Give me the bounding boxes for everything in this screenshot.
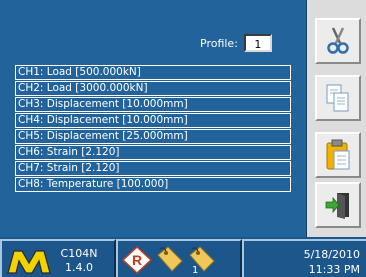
channel-panel: Profile: 1 CH1: Load [500.000kN] CH2: Lo… [0, 0, 307, 237]
svg-text:R: R [132, 252, 142, 268]
channel-item-1[interactable]: CH1: Load [500.000kN] [15, 65, 291, 80]
time-text: 11:33 PM [308, 263, 360, 276]
model-cell: C104N 1.4.0 [0, 239, 116, 277]
exit-button[interactable] [315, 182, 361, 228]
copy-button[interactable] [315, 75, 361, 121]
channel-item-2[interactable]: CH2: Load [3000.000kN] [15, 81, 291, 96]
copy-icon [324, 83, 352, 113]
company-logo [6, 247, 52, 277]
model-name: C104N [60, 247, 98, 260]
record-icon[interactable]: R [121, 245, 153, 277]
app-screen: Profile: 1 CH1: Load [500.000kN] CH2: Lo… [0, 0, 366, 277]
profile-input[interactable]: 1 [243, 34, 272, 52]
tag-count: 1 [192, 265, 199, 276]
channel-item-5[interactable]: CH5: Displacement [25.000mm] [15, 129, 291, 144]
tag-icon[interactable] [154, 245, 184, 277]
channel-item-4[interactable]: CH4: Displacement [10.000mm] [15, 113, 291, 128]
paste-icon [324, 139, 352, 171]
status-icons-cell: R 1 [116, 239, 242, 277]
firmware-version: 1.4.0 [65, 261, 93, 274]
profile-row: Profile: 1 [200, 34, 272, 52]
cut-button[interactable] [315, 18, 361, 64]
channel-item-6[interactable]: CH6: Strain [2.120] [15, 145, 291, 160]
right-toolbar [307, 0, 366, 237]
channel-item-8[interactable]: CH8: Temperature [100.000] [15, 177, 291, 192]
date-text: 5/18/2010 [303, 248, 360, 261]
profile-label: Profile: [200, 36, 238, 50]
status-bar: C104N 1.4.0 R 1 5/18/2010 11:33 PM [0, 237, 366, 277]
exit-door-icon [324, 190, 352, 220]
channel-list: CH1: Load [500.000kN] CH2: Load [3000.00… [15, 65, 291, 193]
scissors-icon [325, 26, 351, 56]
tag-icon[interactable] [186, 245, 216, 277]
datetime-cell: 5/18/2010 11:33 PM [242, 239, 366, 277]
datetime: 5/18/2010 11:33 PM [304, 247, 360, 277]
channel-item-3[interactable]: CH3: Displacement [10.000mm] [15, 97, 291, 112]
status-icons: R [121, 245, 216, 277]
model-info: C104N 1.4.0 [60, 247, 98, 275]
channel-item-7[interactable]: CH7: Strain [2.120] [15, 161, 291, 176]
paste-button[interactable] [315, 132, 361, 178]
